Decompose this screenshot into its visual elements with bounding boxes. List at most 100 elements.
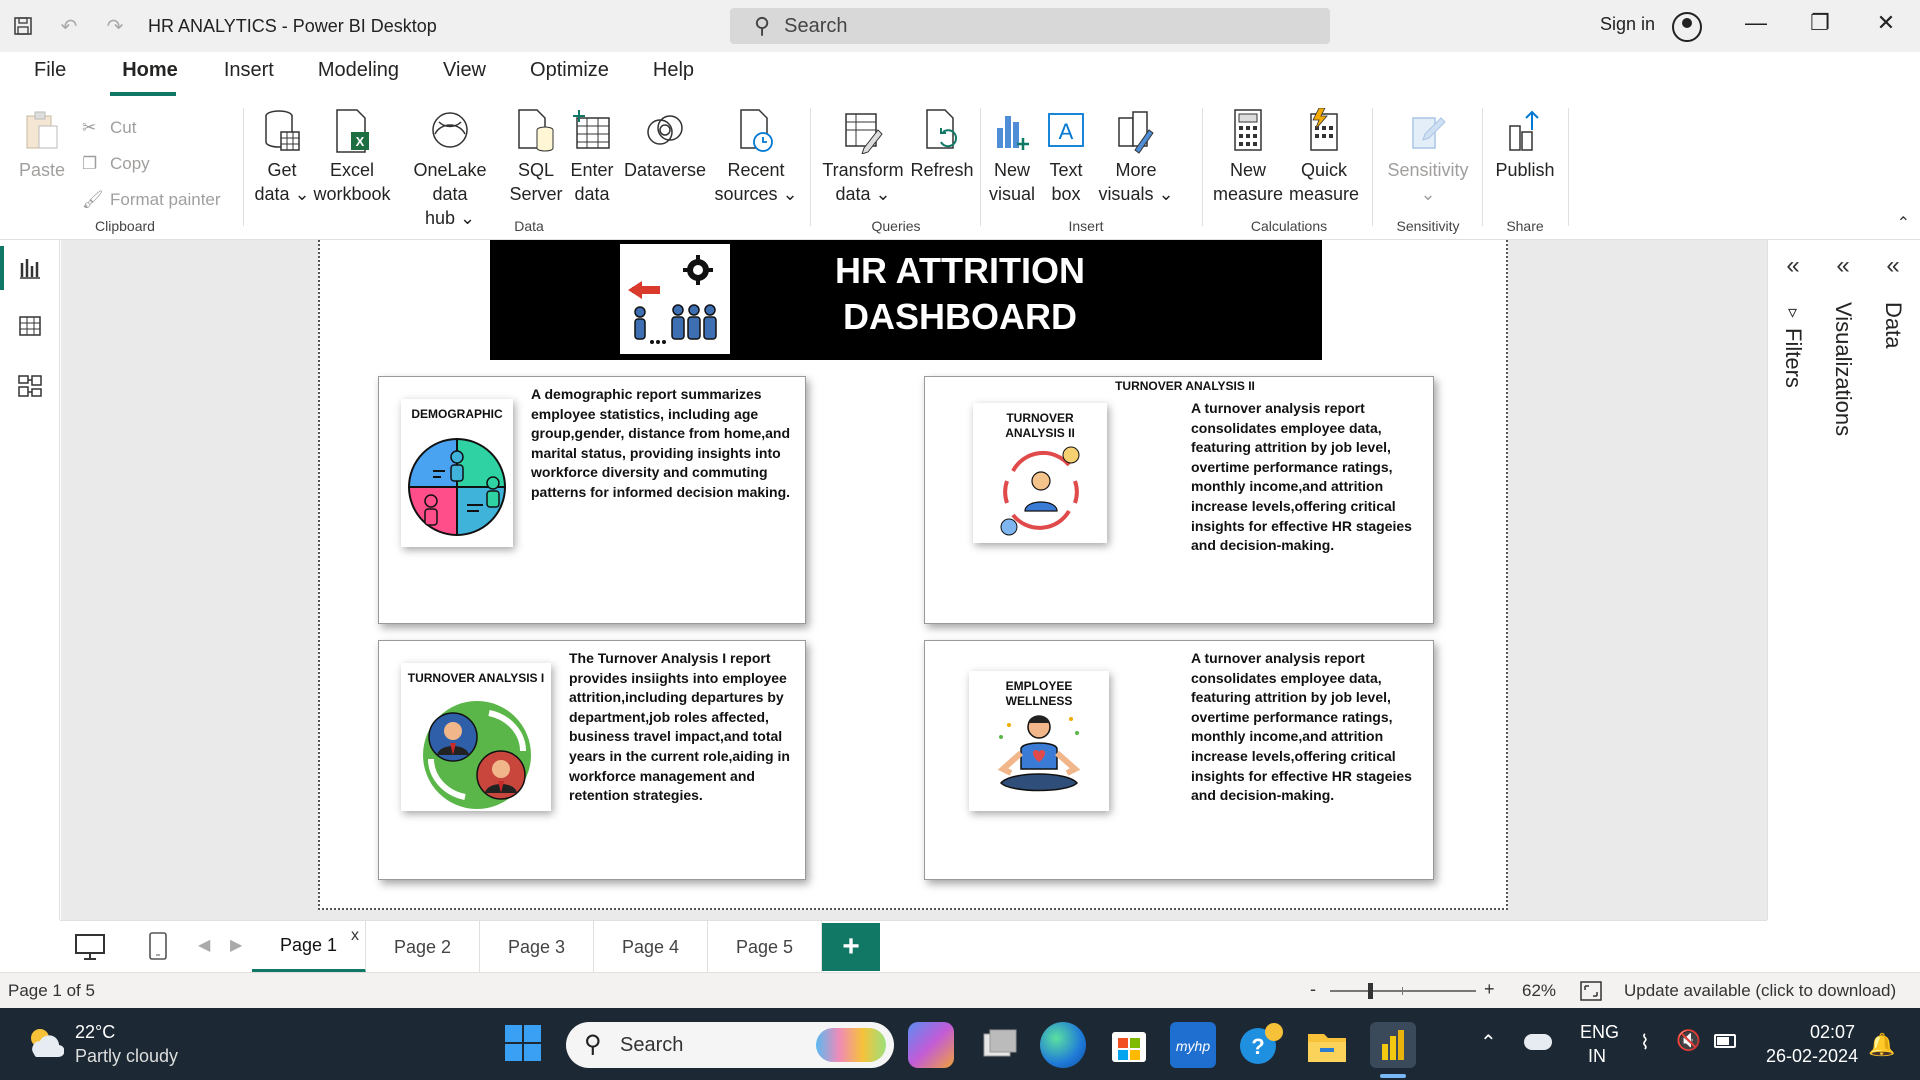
ms-store-icon[interactable]: [1106, 1022, 1152, 1068]
turnover-i-thumbnail[interactable]: TURNOVER ANALYSIS I: [401, 663, 551, 811]
recent-sources-button[interactable]: Recent sources ⌄: [712, 108, 800, 206]
data-expand-icon[interactable]: «: [1868, 252, 1918, 280]
fit-to-page-icon[interactable]: [1580, 981, 1602, 1006]
desktop-layout-icon[interactable]: [74, 933, 106, 966]
new-measure-button[interactable]: New measure: [1210, 108, 1286, 206]
paste-button[interactable]: Paste: [10, 108, 74, 182]
report-view-icon[interactable]: [0, 240, 60, 296]
demographic-thumbnail[interactable]: DEMOGRAPHIC: [401, 399, 513, 547]
close-window-icon[interactable]: ✕: [1866, 10, 1906, 36]
publish-button[interactable]: Publish: [1488, 108, 1562, 182]
help-icon[interactable]: ?: [1238, 1022, 1284, 1068]
clock-time[interactable]: 02:07: [1810, 1022, 1855, 1043]
page-tab-3[interactable]: Page 3: [480, 921, 594, 973]
scroll-right-icon[interactable]: ▶: [230, 935, 242, 955]
page-tab-5[interactable]: Page 5: [708, 921, 822, 973]
page-tab-2[interactable]: Page 2: [366, 921, 480, 973]
wifi-icon[interactable]: ⌇: [1640, 1030, 1650, 1055]
menu-modeling[interactable]: Modeling: [296, 52, 421, 96]
more-visuals-button[interactable]: More visuals ⌄: [1094, 108, 1178, 206]
tray-chevron-icon[interactable]: ⌃: [1480, 1030, 1497, 1055]
battery-icon[interactable]: [1714, 1034, 1736, 1048]
employee-wellness-description: A turnover analysis report consolidates …: [1191, 650, 1412, 804]
zoom-in-button[interactable]: +: [1484, 979, 1495, 1000]
get-data-button[interactable]: Get data ⌄: [254, 108, 310, 206]
onelake-data-hub-button[interactable]: OneLake data hub ⌄: [394, 108, 506, 230]
menu-home[interactable]: Home: [88, 52, 198, 96]
save-icon[interactable]: [0, 0, 46, 52]
dataverse-button[interactable]: Dataverse: [620, 108, 710, 182]
sql-server-button[interactable]: SQL Server: [508, 108, 564, 206]
format-painter-button[interactable]: 🖌 Format painter: [82, 190, 221, 210]
sign-in-link[interactable]: Sign in: [1600, 14, 1655, 35]
table-view-icon[interactable]: [0, 298, 60, 354]
onelake-icon: [432, 112, 468, 148]
add-page-button[interactable]: +: [822, 923, 880, 971]
title-search-input[interactable]: ⚲ Search: [730, 8, 1330, 44]
quick-measure-button[interactable]: Quick measure: [1286, 108, 1362, 206]
language-line-2[interactable]: IN: [1588, 1046, 1606, 1067]
turnover-analysis-ii-card[interactable]: TURNOVER ANALYSIS II TURNOVER ANALYSIS I…: [924, 376, 1434, 624]
clock-date[interactable]: 26-02-2024: [1766, 1046, 1858, 1067]
refresh-button[interactable]: Refresh: [908, 108, 976, 182]
notification-bell-icon[interactable]: 🔔: [1868, 1032, 1895, 1058]
zoom-slider-thumb[interactable]: [1368, 983, 1373, 999]
turnover-analysis-i-card[interactable]: TURNOVER ANALYSIS I The Turnover Analysi…: [378, 640, 806, 880]
menu-file[interactable]: File: [0, 52, 88, 96]
turnover-ii-thumbnail[interactable]: TURNOVER ANALYSIS II: [973, 403, 1107, 543]
cut-button[interactable]: ✂ Cut: [82, 118, 136, 138]
mobile-layout-icon[interactable]: [148, 931, 168, 966]
menu-help[interactable]: Help: [631, 52, 716, 96]
data-pane[interactable]: « Data: [1868, 240, 1918, 920]
text-box-button[interactable]: A Text box: [1040, 108, 1092, 206]
onedrive-icon[interactable]: [1524, 1034, 1552, 1050]
sensitivity-button[interactable]: Sensitivity ⌄: [1384, 108, 1472, 206]
task-view-icon[interactable]: [976, 1022, 1022, 1068]
undo-icon[interactable]: ↶: [46, 0, 92, 52]
status-bar: Page 1 of 5 - + 62% Update available (cl…: [0, 972, 1920, 1008]
transform-data-button[interactable]: Transform data ⌄: [816, 108, 910, 206]
restore-icon[interactable]: ❐: [1800, 10, 1840, 36]
visualizations-expand-icon[interactable]: «: [1818, 252, 1868, 280]
excel-workbook-button[interactable]: X Excel workbook: [312, 108, 392, 206]
copy-button[interactable]: ❐ Copy: [82, 154, 150, 174]
volume-icon[interactable]: 🔇: [1676, 1028, 1701, 1053]
employee-wellness-card[interactable]: EMPLOYEE WELLNESS A turnover analysis re…: [924, 640, 1434, 880]
redo-icon[interactable]: ↷: [92, 0, 138, 52]
collapse-ribbon-icon[interactable]: ⌃: [1897, 213, 1910, 233]
update-available-link[interactable]: Update available (click to download): [1624, 981, 1896, 1001]
demographic-card[interactable]: DEMOGRAPHIC A demographic report summari…: [378, 376, 806, 624]
copilot-icon[interactable]: [908, 1022, 954, 1068]
filters-expand-icon[interactable]: «: [1768, 252, 1818, 280]
avatar-icon[interactable]: [1672, 12, 1702, 42]
new-visual-button[interactable]: New visual: [986, 108, 1038, 206]
language-line-1[interactable]: ENG: [1580, 1022, 1619, 1043]
menu-view[interactable]: View: [421, 52, 508, 96]
close-page-icon[interactable]: x: [351, 927, 359, 945]
sensitivity-group: Sensitivity ⌄ Sensitivity: [1378, 104, 1478, 234]
turnover-ii-label: TURNOVER ANALYSIS II: [1005, 411, 1075, 440]
zoom-out-button[interactable]: -: [1310, 979, 1316, 1000]
menu-optimize[interactable]: Optimize: [508, 52, 631, 96]
enter-data-button[interactable]: Enter data: [566, 108, 618, 206]
taskbar-search-input[interactable]: ⚲ Search: [566, 1022, 894, 1068]
menu-insert[interactable]: Insert: [198, 52, 296, 96]
weather-icon[interactable]: [24, 1024, 65, 1065]
insert-group: New visual A Text box More visuals ⌄ Insert: [986, 104, 1186, 234]
myhp-icon[interactable]: myhp: [1170, 1022, 1216, 1068]
file-explorer-icon[interactable]: [1304, 1022, 1350, 1068]
edge-browser-icon[interactable]: [1040, 1022, 1086, 1068]
search-icon: ⚲: [754, 13, 771, 38]
page-tab-1[interactable]: Page 1 x: [252, 921, 366, 973]
windows-start-icon[interactable]: [504, 1024, 550, 1070]
visualizations-pane[interactable]: « Visualizations: [1818, 240, 1868, 920]
power-bi-taskbar-icon[interactable]: [1370, 1022, 1416, 1068]
share-label: Share: [1506, 218, 1544, 234]
zoom-slider[interactable]: [1330, 983, 1476, 999]
employee-wellness-thumbnail[interactable]: EMPLOYEE WELLNESS: [969, 671, 1109, 811]
minimize-icon[interactable]: —: [1736, 10, 1776, 36]
scroll-left-icon[interactable]: ◀: [198, 935, 210, 955]
filters-pane[interactable]: « ▿ Filters: [1768, 240, 1818, 920]
page-tab-4[interactable]: Page 4: [594, 921, 708, 973]
model-view-icon[interactable]: [0, 358, 60, 414]
